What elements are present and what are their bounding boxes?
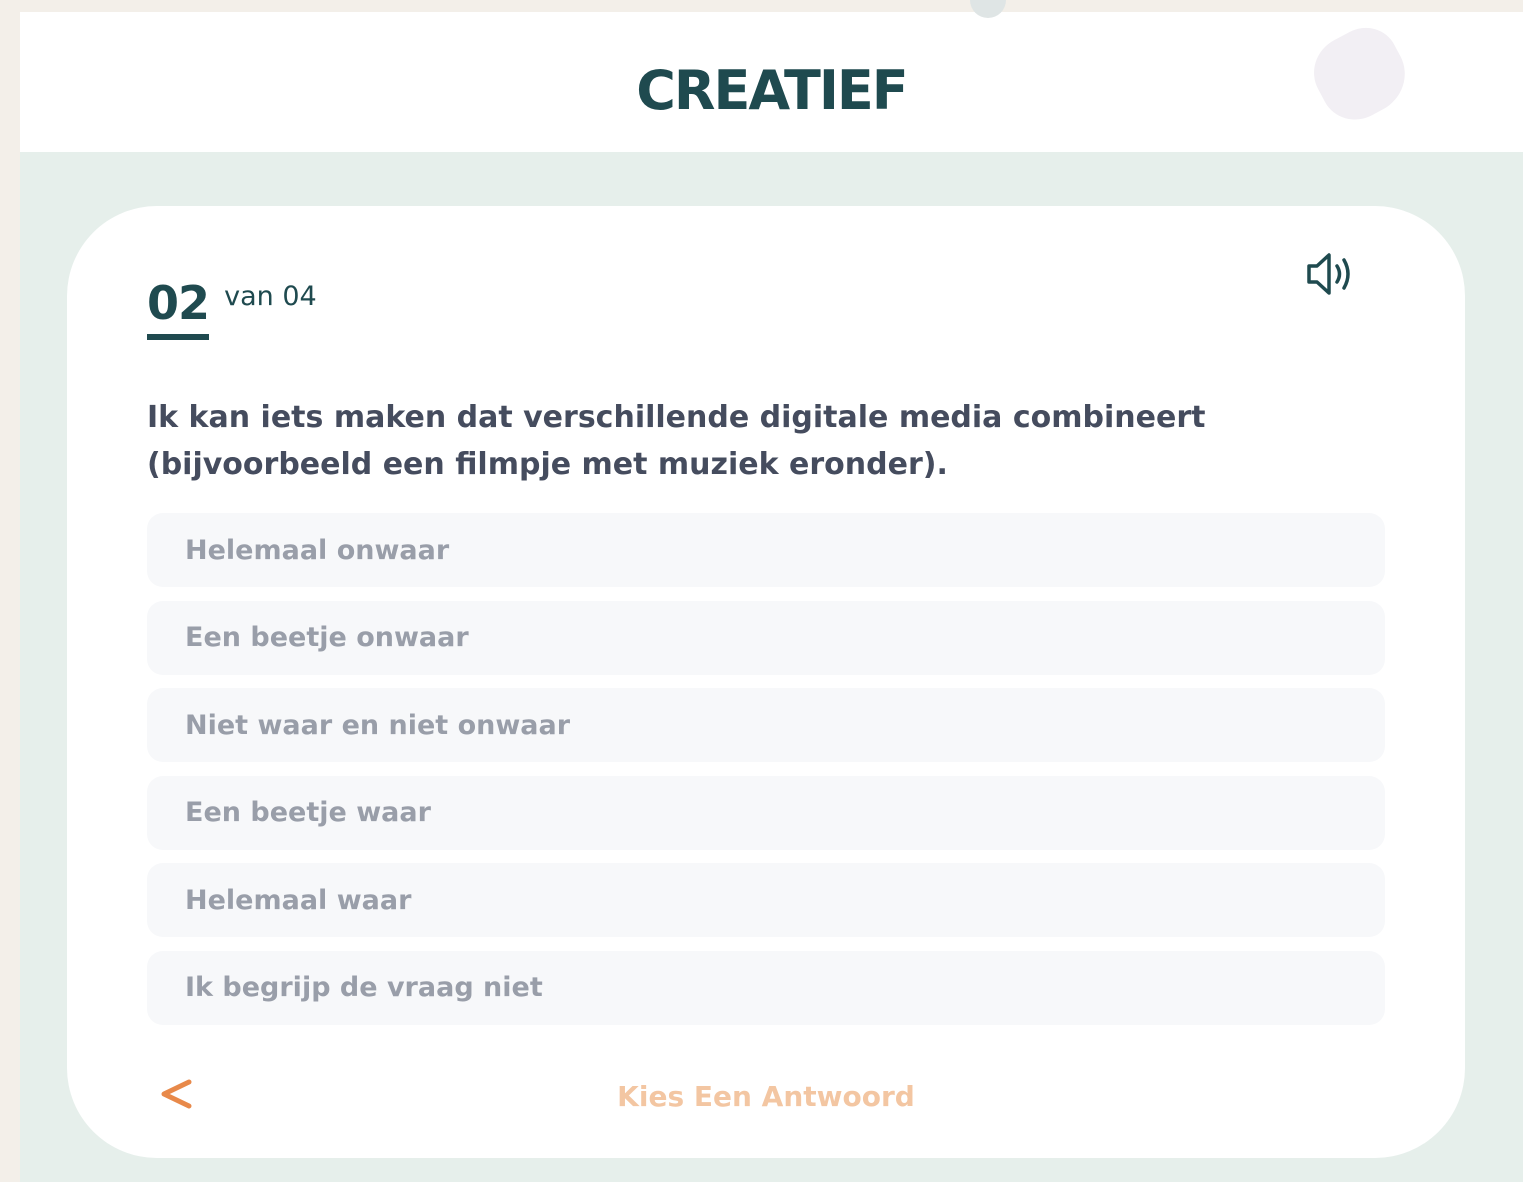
answer-option[interactable]: Helemaal waar (147, 863, 1385, 937)
answer-option[interactable]: Een beetje waar (147, 775, 1385, 850)
question-text: Ik kan iets maken dat verschillende digi… (147, 400, 1206, 482)
progress-total: van 04 (224, 281, 317, 312)
header: CREATIEF (20, 0, 1523, 152)
answer-option[interactable]: Een beetje onwaar (147, 600, 1385, 675)
answer-option[interactable]: Ik begrijp de vraag niet (147, 950, 1385, 1025)
decorative-dot (970, 0, 1006, 18)
submit-button[interactable]: Kies Een Antwoord (67, 1080, 1465, 1113)
answer-option[interactable]: Niet waar en niet onwaar (147, 688, 1385, 762)
page-title: CREATIEF (636, 59, 908, 122)
answer-option[interactable]: Helemaal onwaar (147, 513, 1385, 587)
progress-current: 02 (147, 276, 210, 340)
progress-indicator: 02 van 04 (147, 276, 317, 346)
speaker-icon (1307, 253, 1350, 295)
question-card: 02 van 04 Ik kan iets maken dat verschil… (67, 206, 1465, 1158)
answer-options: Helemaal onwaar Een beetje onwaar Niet w… (147, 513, 1385, 1038)
sound-button[interactable] (1303, 246, 1359, 302)
